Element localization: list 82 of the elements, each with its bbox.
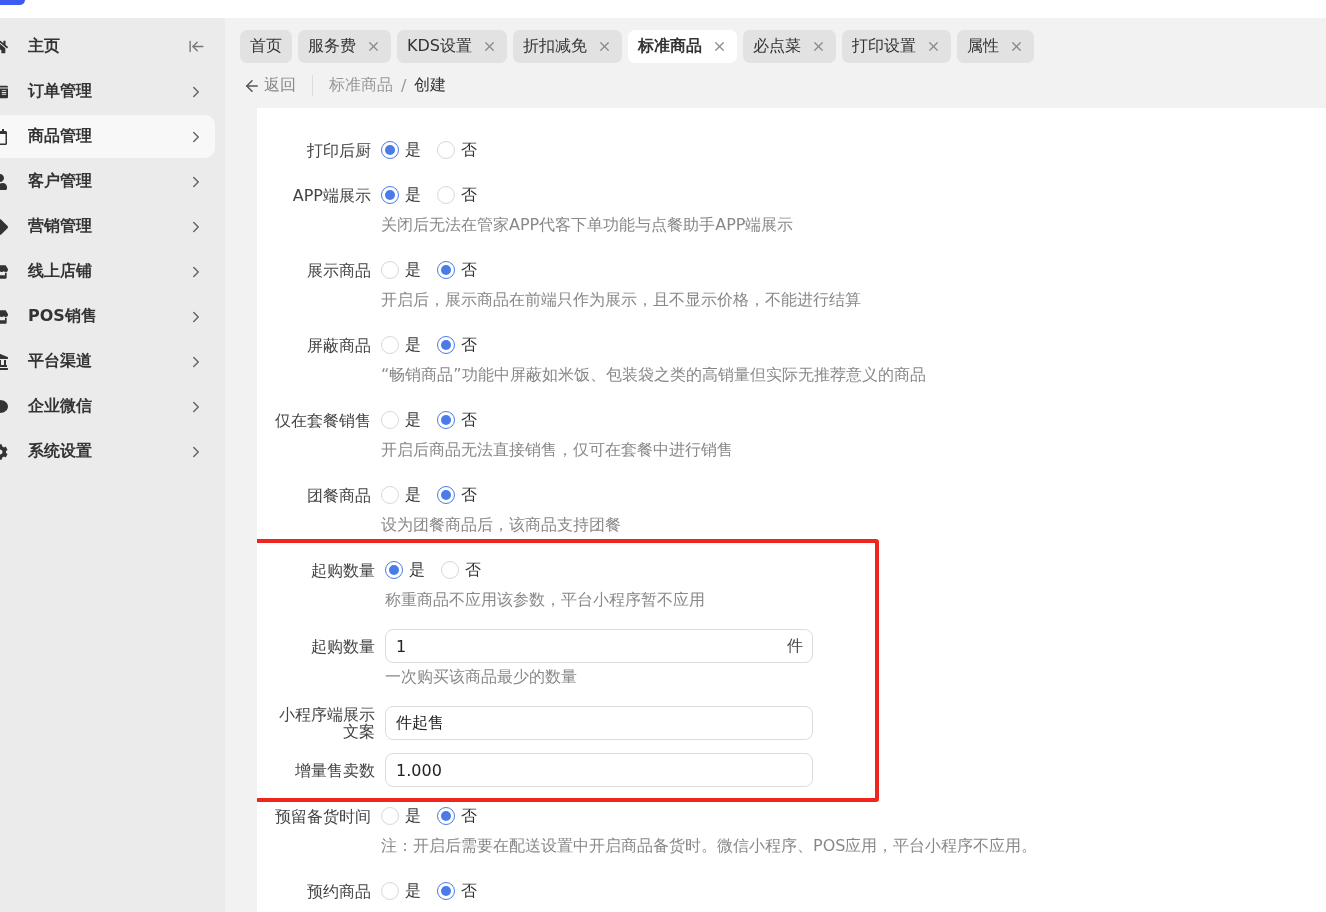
field-label: 增量售卖数 [294,761,375,779]
field-hint: “畅销商品”功能中屏蔽如米饭、包装袋之类的高销量但实际无推荐意义的商品 [381,364,926,386]
tab-label: 必点菜 [752,36,801,57]
radio-option[interactable]: 是 [381,334,421,356]
sidebar-label: 线上店铺 [28,261,93,282]
unit-suffix: 件 [787,637,803,655]
input-field[interactable]: 1.000 [385,753,813,787]
radio-option[interactable]: 是 [385,559,425,581]
radio-option[interactable]: 否 [437,259,477,281]
sidebar-label: 营销管理 [28,216,93,237]
field-label: 起购数量 [310,637,375,655]
field-hint: 开启后商品无法直接销售，仅可在套餐中进行销售 [381,439,733,461]
tab[interactable]: 服务费 [298,30,391,63]
sidebar-label: 系统设置 [28,441,93,462]
sidebar-item[interactable]: 客户管理 [0,160,215,203]
field-hint: 称重商品不应用该参数，平台小程序暂不应用 [385,589,705,611]
tab-label: 打印设置 [851,36,916,57]
input-field[interactable]: 件起售 [385,706,813,740]
sidebar-label: POS销售 [28,306,98,327]
radio-option[interactable]: 否 [437,409,477,431]
sidebar-label: 企业微信 [28,396,93,417]
field-label: 展示商品 [306,261,371,279]
radio-option[interactable]: 是 [381,409,421,431]
sidebar-item[interactable]: 平台渠道 [0,340,215,383]
tab-label: 属性 [966,36,999,57]
tab[interactable]: 折扣减免 [512,30,622,63]
tab[interactable]: 必点菜 [742,30,836,63]
tab[interactable]: 属性 [956,30,1034,63]
field-label: 预约商品 [306,882,371,900]
collapse-icon[interactable] [188,38,205,55]
field-label: 起购数量 [310,561,375,579]
field-hint: 关闭后无法在管家APP代客下单功能与点餐助手APP端展示 [381,214,794,236]
field-label: APP端展示 [291,186,371,204]
tab-label: 折扣减免 [522,36,587,57]
sidebar-item[interactable]: 营销管理 [0,205,215,248]
radio-option[interactable]: 是 [381,259,421,281]
radio-option[interactable]: 否 [437,334,477,356]
field-hint: 开启后，展示商品在前端只作为展示，且不显示价格，不能进行结算 [381,289,861,311]
sidebar-item[interactable]: 主页 [0,25,215,68]
radio-option[interactable]: 否 [437,484,477,506]
sidebar-item[interactable]: 商品管理 [0,115,215,158]
field-hint: 注：开启后需要在配送设置中开启商品备货时。微信小程序、POS应用，平台小程序不应用。 [381,835,1038,857]
field-hint: 一次购买该商品最少的数量 [385,666,577,688]
field-label: 打印后厨 [306,141,371,159]
tab-label: 标准商品 [637,36,702,57]
tab[interactable]: KDS设置 [397,30,507,63]
tab[interactable]: 标准商品 [627,30,737,63]
breadcrumb-separator: / [401,76,407,95]
radio-option[interactable]: 否 [441,559,481,581]
tab-label: KDS设置 [407,36,472,57]
sidebar-item[interactable]: 企业微信 [0,385,215,428]
sidebar-label: 商品管理 [28,126,93,147]
sidebar-label: 平台渠道 [28,351,93,372]
radio-option[interactable]: 是 [381,184,421,206]
field-label: 团餐商品 [306,486,371,504]
radio-option[interactable]: 是 [381,805,421,827]
sidebar-item[interactable]: 订单管理 [0,70,215,113]
radio-option[interactable]: 是 [381,484,421,506]
field-label: 小程序端展示文案 [278,706,375,740]
sidebar-label: 客户管理 [28,171,93,192]
breadcrumb-current: 创建 [414,75,447,96]
sidebar-item[interactable]: 系统设置 [0,430,215,473]
tab[interactable]: 打印设置 [841,30,951,63]
tab-label: 服务费 [308,36,356,57]
sidebar-label: 主页 [28,36,61,57]
field-hint: 设为团餐商品后，该商品支持团餐 [381,514,621,536]
field-label: 仅在套餐销售 [274,411,371,429]
sidebar-label: 订单管理 [28,81,93,102]
radio-option[interactable]: 是 [381,880,421,902]
sidebar-item[interactable]: POS销售 [0,295,215,338]
close-icon[interactable] [366,39,381,54]
tab[interactable]: 首页 [240,30,292,63]
breadcrumb-parent: 标准商品 [329,75,393,96]
radio-option[interactable]: 否 [437,880,477,902]
radio-option[interactable]: 是 [381,139,421,161]
sidebar-item[interactable]: 线上店铺 [0,250,215,293]
radio-option[interactable]: 否 [437,805,477,827]
radio-option[interactable]: 否 [437,184,477,206]
radio-option[interactable]: 否 [437,139,477,161]
field-label: 屏蔽商品 [306,336,371,354]
tab-label: 首页 [250,36,282,57]
field-label: 预留备货时间 [274,807,371,825]
